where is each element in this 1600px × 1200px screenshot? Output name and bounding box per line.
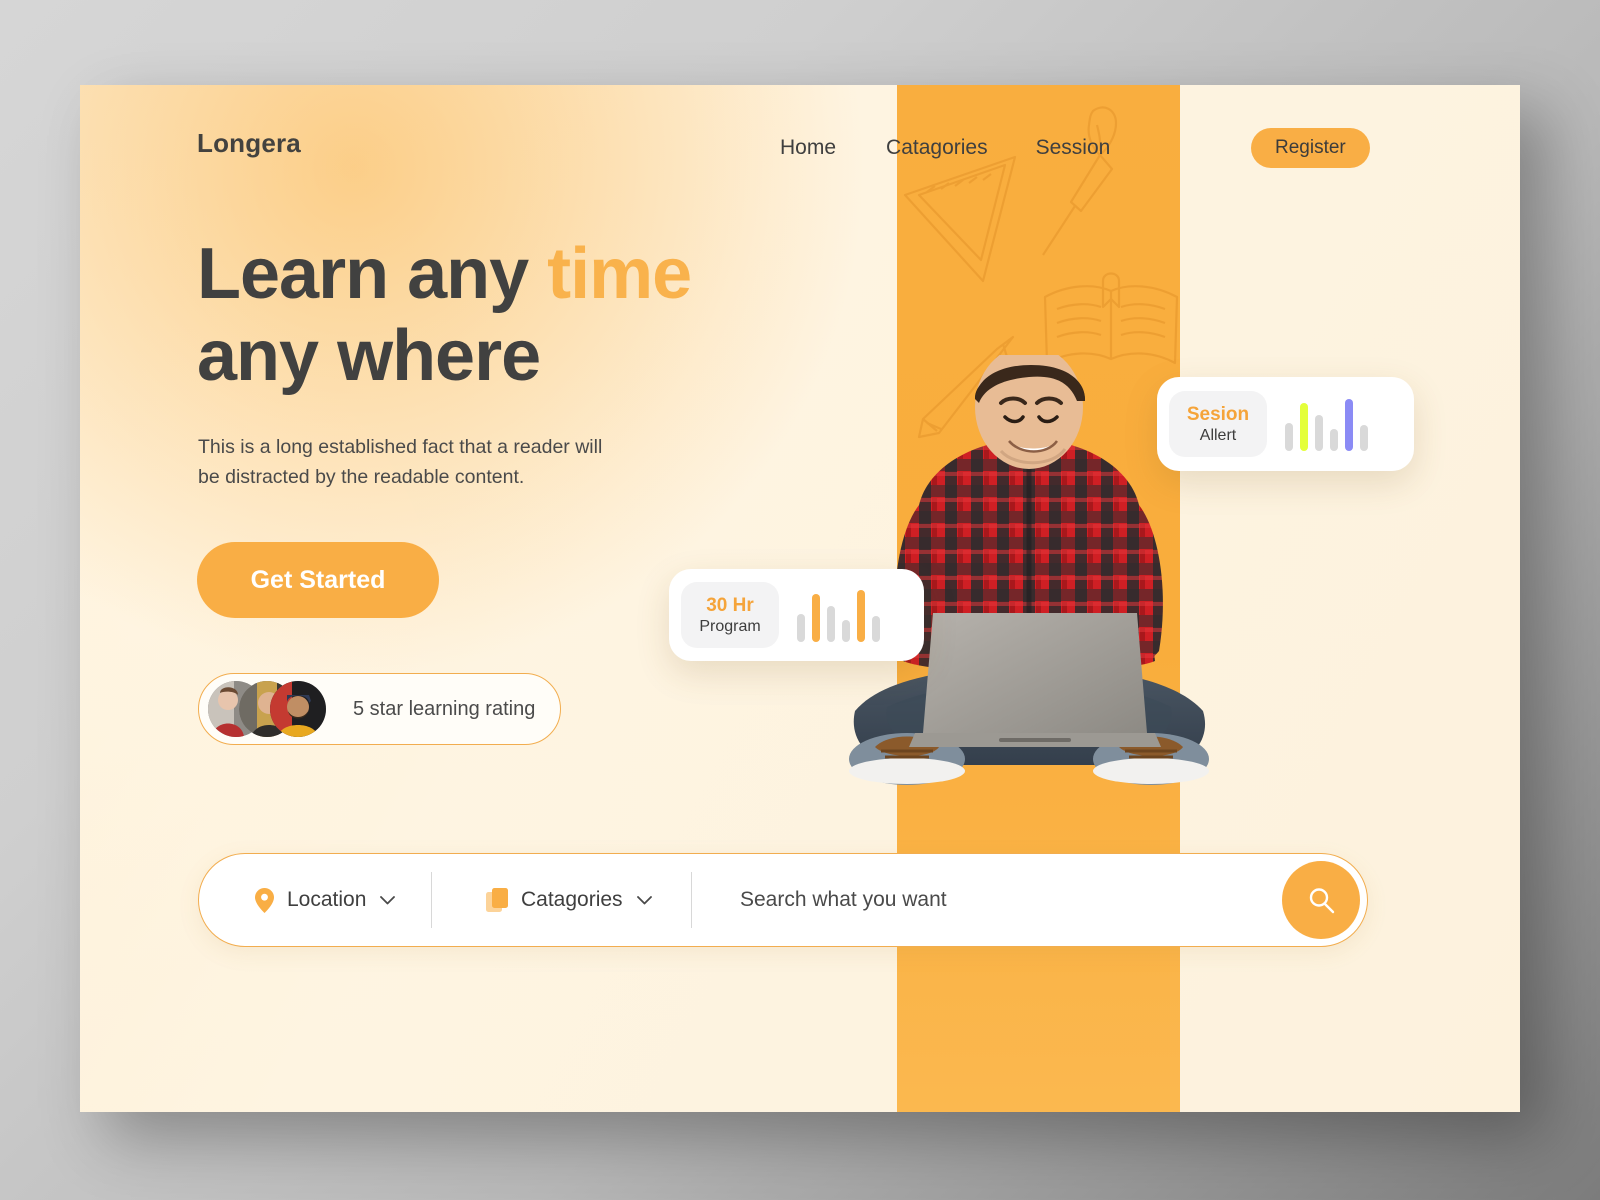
landing-page-card: Longera Home Catagories Session Register…	[80, 85, 1520, 1112]
brand-logo[interactable]: Longera	[197, 128, 301, 159]
location-label: Location	[287, 888, 367, 911]
nav-link-home[interactable]: Home	[780, 130, 836, 166]
headline-line-2: any where	[197, 316, 541, 397]
bar-1	[1285, 423, 1293, 451]
search-input[interactable]	[740, 888, 1282, 912]
bar-4	[1330, 429, 1338, 451]
bar-3	[827, 606, 835, 642]
bar-2	[812, 594, 820, 642]
bar-6	[872, 616, 880, 642]
bar-6	[1360, 425, 1368, 451]
bar-2	[1300, 403, 1308, 451]
page-title: Learn any time any where	[197, 233, 692, 397]
avatar-3	[270, 681, 326, 737]
avatar-3-image	[270, 681, 326, 737]
search-icon	[1309, 888, 1335, 914]
laptop	[909, 613, 1161, 747]
session-stat-card: Sesion Allert	[1157, 377, 1414, 471]
bar-5	[857, 590, 865, 642]
bar-3	[1315, 415, 1323, 451]
program-stat-label: 30 Hr Program	[681, 582, 779, 648]
book-stack-icon	[486, 888, 508, 912]
categories-label: Catagories	[521, 888, 623, 911]
hero-subtext: This is a long established fact that a r…	[198, 436, 603, 488]
open-book-doodle	[1043, 272, 1179, 365]
session-stat-bars	[1285, 397, 1368, 451]
session-stat-subtitle: Allert	[1199, 426, 1237, 444]
rating-pill[interactable]: 5 star learning rating	[198, 673, 561, 745]
avatar-stack	[208, 681, 330, 737]
session-stat-title: Sesion	[1186, 403, 1250, 425]
program-stat-bars	[797, 588, 880, 642]
headline-plain: Learn any	[197, 234, 548, 314]
get-started-button[interactable]: Get Started	[197, 542, 439, 618]
bar-4	[842, 620, 850, 642]
session-stat-label: Sesion Allert	[1169, 391, 1267, 457]
search-submit-button[interactable]	[1282, 861, 1360, 939]
bar-1	[797, 614, 805, 642]
location-pin-icon	[255, 887, 274, 913]
chevron-down-icon	[636, 895, 652, 904]
search-field-wrapper	[691, 872, 1282, 928]
program-stat-card: 30 Hr Program	[669, 569, 924, 661]
categories-filter[interactable]: Catagories	[431, 872, 691, 928]
search-bar: Location Catagories	[198, 853, 1368, 947]
headline-line-1: Learn any time	[197, 234, 692, 314]
register-button[interactable]: Register	[1251, 128, 1370, 168]
rating-label: 5 star learning rating	[353, 697, 536, 720]
nav-link-session[interactable]: Session	[1036, 130, 1111, 166]
program-stat-title: 30 Hr	[706, 594, 754, 616]
program-stat-subtitle: Program	[699, 617, 761, 635]
bar-5	[1345, 399, 1353, 451]
location-filter[interactable]: Location	[199, 872, 431, 928]
chevron-down-icon	[380, 895, 396, 904]
nav-link-catagories[interactable]: Catagories	[886, 130, 988, 166]
headline-accent: time	[547, 234, 692, 314]
nav-links: Home Catagories Session	[780, 130, 1110, 166]
navbar: Longera Home Catagories Session Register	[80, 85, 1520, 205]
